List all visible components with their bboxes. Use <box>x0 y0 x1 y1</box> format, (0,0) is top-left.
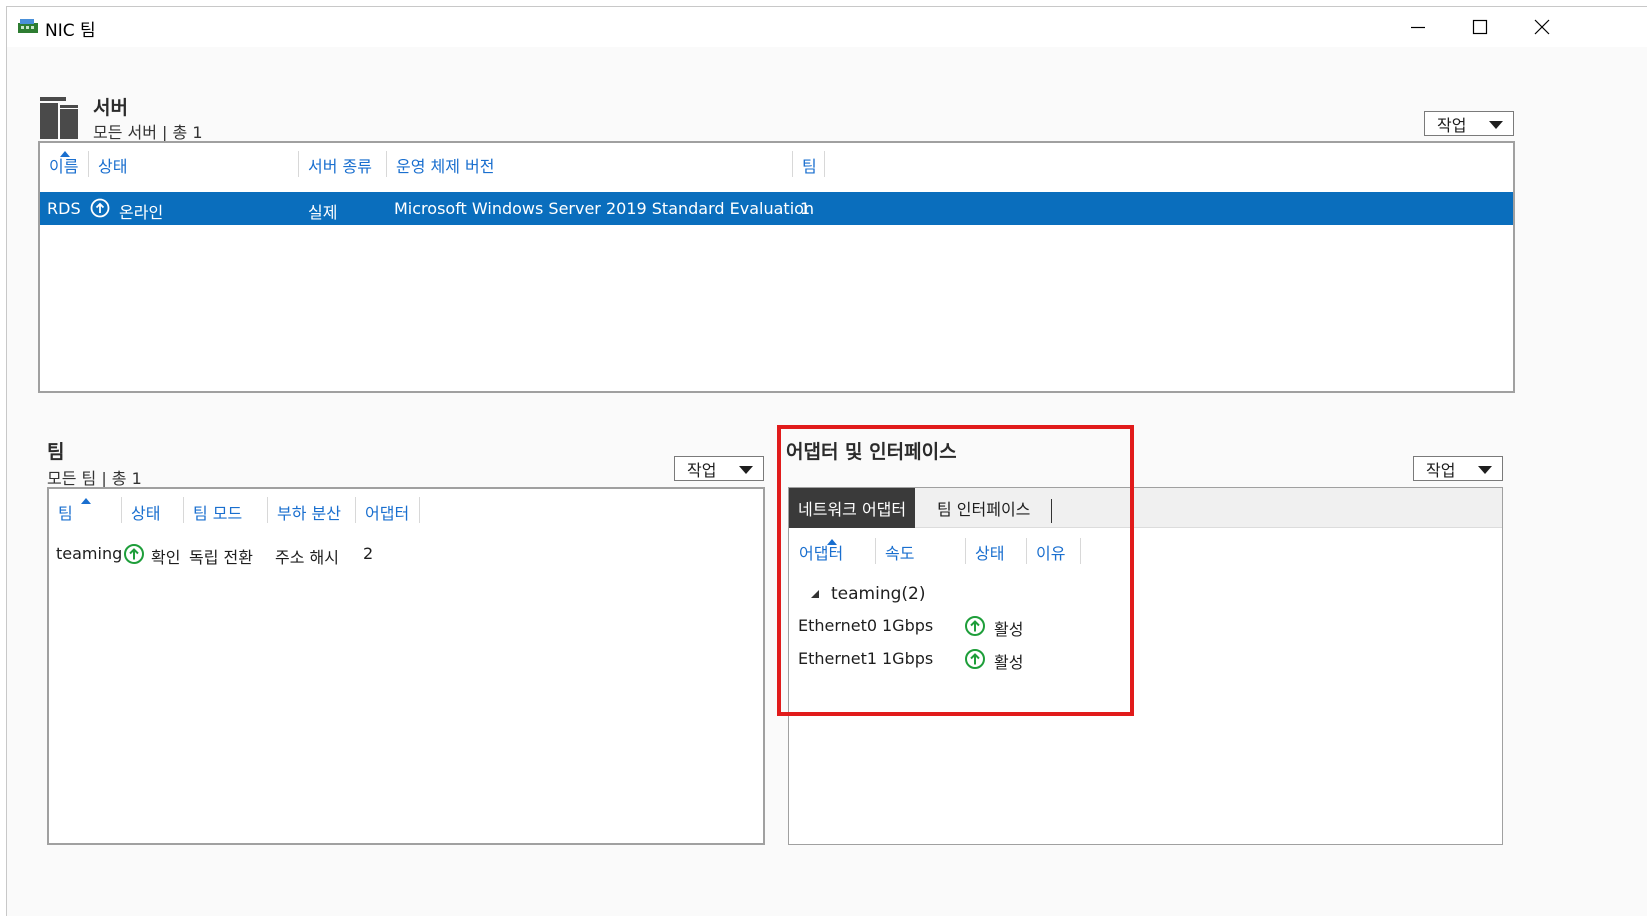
server-teams: 1 <box>800 199 811 218</box>
adapters-task-label: 작업 <box>1426 460 1456 480</box>
column-separator <box>1080 538 1081 564</box>
adapter-group-label: teaming(2) <box>831 584 926 604</box>
table-row[interactable]: teaming 확인 독립 전환 주소 해시 2 <box>56 544 756 570</box>
team-status: 확인 <box>151 548 181 567</box>
server-icon <box>40 97 78 139</box>
adapter-state: 활성 <box>994 653 1024 672</box>
column-separator <box>298 151 299 177</box>
column-header-state[interactable]: 상태 <box>975 530 1004 574</box>
table-row[interactable]: RDS 온라인 실제 Microsoft Windows Server 2019… <box>40 192 1513 225</box>
column-header-adapters[interactable]: 어댑터 <box>365 490 409 534</box>
column-separator <box>965 538 966 564</box>
adapters-tab-strip: 네트워크 어댑터 팀 인터페이스 <box>789 488 1502 528</box>
nic-teaming-window: NIC 팀 서버 모든 서버 | 총 1 작업 이름 상태 서버 종류 운영 체… <box>6 6 1647 916</box>
title-bar: NIC 팀 <box>7 7 1647 47</box>
teams-table: 팀 상태 팀 모드 부하 분산 어댑터 teaming 확인 독립 전환 주소 … <box>47 487 765 845</box>
column-header-speed[interactable]: 속도 <box>885 530 914 574</box>
server-name: RDS <box>47 199 81 218</box>
adapters-task-button[interactable]: 작업 <box>1413 456 1503 481</box>
column-separator <box>121 497 122 523</box>
tab-separator <box>1051 499 1052 523</box>
adapter-name: Ethernet1 <box>798 649 878 668</box>
table-row[interactable]: Ethernet1 1Gbps 활성 <box>798 649 1118 675</box>
column-header-adapter[interactable]: 어댑터 <box>799 530 843 574</box>
column-separator <box>267 497 268 523</box>
window-title: NIC 팀 <box>45 21 96 41</box>
servers-task-button[interactable]: 작업 <box>1424 111 1514 136</box>
status-active-icon <box>964 648 986 674</box>
sort-ascending-icon <box>81 498 91 504</box>
teams-section-subtitle: 모든 팀 | 총 1 <box>47 469 142 488</box>
column-header-team[interactable]: 팀 <box>58 490 73 534</box>
close-icon <box>1534 19 1550 35</box>
column-header-status[interactable]: 상태 <box>131 490 160 534</box>
column-header-separator <box>386 151 387 177</box>
column-header-os-version[interactable]: 운영 체제 버전 <box>396 143 495 187</box>
minimize-button[interactable] <box>1387 7 1449 47</box>
chevron-down-icon <box>1478 466 1492 474</box>
chevron-down-icon <box>1489 121 1503 129</box>
tab-network-adapters[interactable]: 네트워크 어댑터 <box>789 488 916 528</box>
column-header-server-type[interactable]: 서버 종류 <box>308 143 372 187</box>
servers-section-title: 서버 <box>93 97 128 119</box>
server-status: 온라인 <box>119 203 164 222</box>
team-adapter-count: 2 <box>363 544 374 563</box>
column-header-teams[interactable]: 팀 <box>802 143 817 187</box>
maximize-icon <box>1472 19 1488 35</box>
column-header-load-balancing[interactable]: 부하 분산 <box>277 490 341 534</box>
adapter-name: Ethernet0 <box>798 616 878 635</box>
column-separator <box>355 497 356 523</box>
maximize-button[interactable] <box>1449 7 1511 47</box>
sort-ascending-icon <box>60 151 70 157</box>
adapters-section-title: 어댑터 및 인터페이스 <box>786 441 957 463</box>
column-separator <box>1026 538 1027 564</box>
nic-teaming-app-icon <box>18 19 38 33</box>
adapter-state: 활성 <box>994 620 1024 639</box>
teams-task-button[interactable]: 작업 <box>674 456 764 481</box>
column-separator <box>792 151 793 177</box>
column-separator <box>419 497 420 523</box>
close-button[interactable] <box>1511 7 1573 47</box>
online-icon <box>90 198 110 222</box>
servers-section-subtitle: 모든 서버 | 총 1 <box>93 123 203 142</box>
column-header-status[interactable]: 상태 <box>98 143 127 187</box>
adapter-speed: 1Gbps <box>882 616 934 635</box>
sort-ascending-icon <box>827 539 837 545</box>
adapter-group-teaming[interactable]: teaming(2) <box>811 584 925 604</box>
team-mode: 독립 전환 <box>189 548 253 567</box>
servers-table: 이름 상태 서버 종류 운영 체제 버전 팀 RDS 온라인 실제 Micros… <box>38 141 1515 393</box>
chevron-down-icon <box>739 466 753 474</box>
status-ok-icon <box>123 543 145 569</box>
column-separator <box>824 151 825 177</box>
status-active-icon <box>964 615 986 641</box>
servers-task-label: 작업 <box>1437 115 1467 135</box>
tab-team-interfaces[interactable]: 팀 인터페이스 <box>937 488 1030 528</box>
column-separator <box>875 538 876 564</box>
server-os: Microsoft Windows Server 2019 Standard E… <box>394 199 815 218</box>
team-name: teaming <box>56 544 123 563</box>
adapters-panel: 네트워크 어댑터 팀 인터페이스 어댑터 속도 상태 이유 teaming(2)… <box>788 487 1503 845</box>
collapse-triangle-icon[interactable] <box>811 590 819 598</box>
server-type: 실제 <box>308 203 338 222</box>
teams-section-title: 팀 <box>47 441 65 463</box>
table-row[interactable]: Ethernet0 1Gbps 활성 <box>798 616 1118 642</box>
team-load-balancing: 주소 해시 <box>275 548 339 567</box>
teams-task-label: 작업 <box>687 460 717 480</box>
column-header-team-mode[interactable]: 팀 모드 <box>193 490 242 534</box>
column-header-reason[interactable]: 이유 <box>1036 530 1065 574</box>
minimize-icon <box>1411 26 1425 29</box>
column-separator <box>88 151 89 177</box>
column-separator <box>183 497 184 523</box>
window-content: 서버 모든 서버 | 총 1 작업 이름 상태 서버 종류 운영 체제 버전 팀… <box>7 47 1647 916</box>
column-header-name[interactable]: 이름 <box>49 143 78 187</box>
adapter-speed: 1Gbps <box>882 649 934 668</box>
